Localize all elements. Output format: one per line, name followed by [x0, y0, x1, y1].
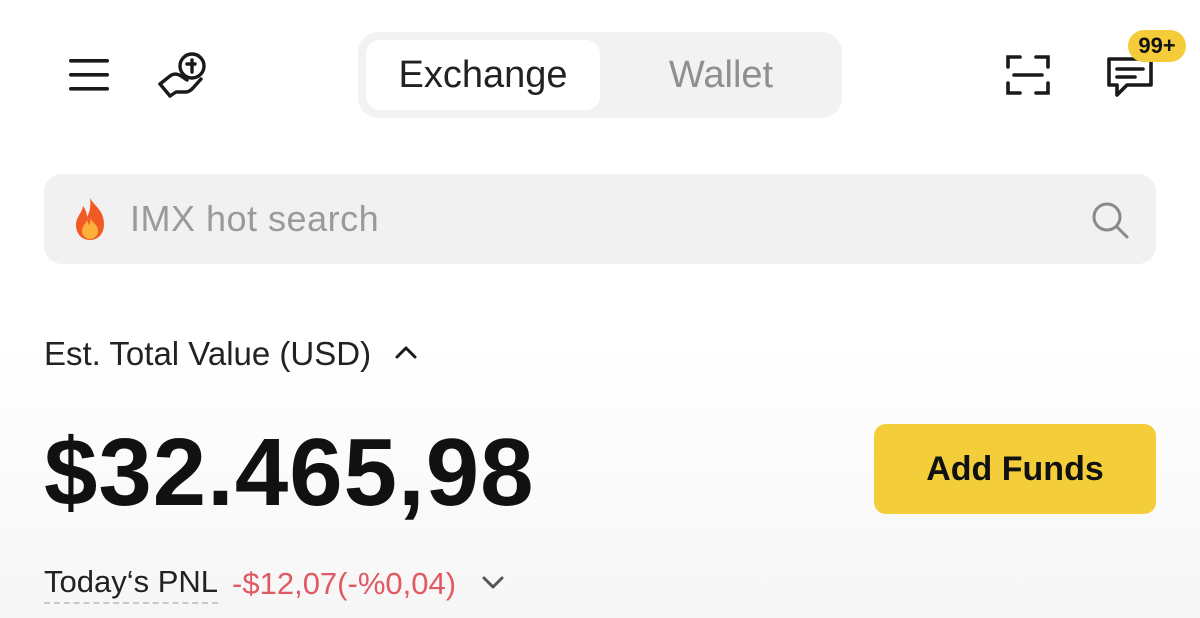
total-value-amount: $32.465,98 — [44, 419, 535, 526]
search-bar[interactable]: IMX hot search — [44, 174, 1156, 264]
pnl-row[interactable]: Today‘s PNL -$12,07(-%0,04) — [44, 562, 508, 606]
scan-icon[interactable] — [1000, 50, 1056, 100]
top-bar: Exchange Wallet 99+ — [0, 0, 1200, 150]
tab-wallet[interactable]: Wallet — [608, 40, 834, 110]
chevron-up-icon[interactable] — [391, 337, 421, 372]
search-icon[interactable] — [1090, 200, 1130, 240]
notification-badge: 99+ — [1128, 30, 1186, 62]
search-placeholder: IMX hot search — [130, 198, 380, 239]
total-value-header[interactable]: Est. Total Value (USD) — [44, 330, 421, 378]
fire-icon — [70, 196, 110, 242]
pnl-label: Today‘s PNL — [44, 564, 219, 604]
total-value-label: Est. Total Value (USD) — [44, 335, 372, 372]
tab-exchange[interactable]: Exchange — [366, 40, 600, 110]
pnl-value: -$12,07(-%0,04) — [232, 566, 457, 601]
hamburger-menu-icon[interactable] — [64, 50, 114, 100]
add-funds-button[interactable]: Add Funds — [874, 424, 1156, 514]
exchange-wallet-switcher: Exchange Wallet — [358, 32, 842, 118]
referral-hand-coin-icon[interactable] — [154, 48, 214, 104]
chevron-down-icon[interactable] — [456, 567, 508, 602]
